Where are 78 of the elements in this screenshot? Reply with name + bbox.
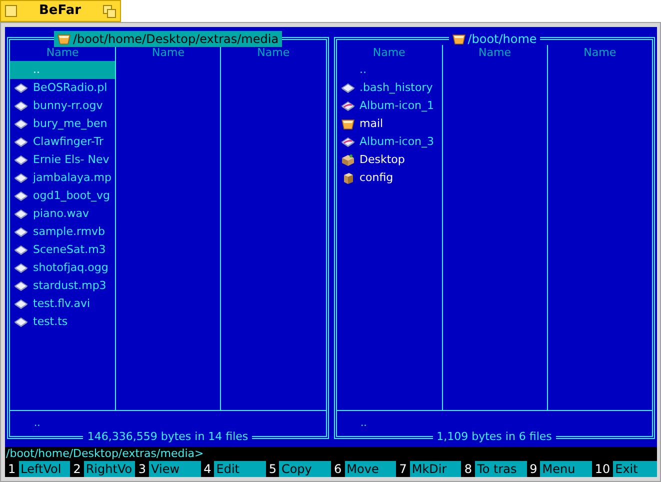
function-key-button[interactable]: LeftVol	[18, 461, 70, 477]
function-key-button[interactable]: To tras	[475, 461, 527, 477]
key-number: 1	[7, 461, 17, 477]
column-header: Name	[256, 46, 291, 61]
file-item[interactable]: config	[336, 169, 442, 187]
file-icon	[14, 298, 28, 310]
file-icon	[14, 244, 28, 256]
info-text: ..	[34, 417, 40, 431]
desk-icon	[340, 154, 354, 166]
file-item[interactable]: .bash_history	[336, 79, 442, 97]
column-header: Name	[582, 45, 618, 61]
key-number: 8	[463, 461, 474, 477]
close-box-icon[interactable]	[5, 5, 17, 17]
function-key-button[interactable]: Exit	[613, 461, 658, 477]
file-icon	[14, 316, 28, 328]
key-number: 4	[202, 461, 212, 477]
file-icon	[14, 262, 28, 274]
function-key-button[interactable]: Menu	[540, 461, 592, 477]
function-key-button[interactable]: View	[149, 461, 201, 477]
file-icon	[14, 136, 28, 148]
file-item[interactable]: Clawfinger-Tr	[10, 133, 116, 151]
panel-summary: 1,109 bytes in 6 files	[432, 428, 556, 445]
file-item[interactable]: shotofjaq.ogg	[10, 259, 116, 277]
key-number: 7	[398, 461, 408, 477]
function-key-button[interactable]: MkDir	[410, 461, 462, 477]
file-item[interactable]: stardust.mp3	[10, 277, 116, 295]
file-icon	[14, 280, 28, 292]
file-item[interactable]: BeOSRadio.pl	[10, 79, 116, 97]
key-number: 2	[72, 461, 82, 477]
file-item[interactable]: jambalaya.mp	[10, 169, 116, 187]
function-key-button[interactable]: Move	[344, 461, 396, 477]
panel-path: /boot/home	[468, 31, 537, 48]
file-item[interactable]: test.flv.avi	[10, 295, 116, 313]
file-icon	[14, 154, 28, 166]
column-header: Name	[151, 46, 186, 61]
panel-summary: 146,336,559 bytes in 14 files	[83, 428, 252, 445]
column-header: Name	[478, 45, 512, 61]
file-item[interactable]: bury_me_ben	[10, 115, 116, 133]
image-file-icon	[340, 100, 354, 112]
folder-icon	[452, 33, 466, 45]
file-icon	[14, 208, 28, 220]
file-item[interactable]: ogd1_boot_vg	[10, 187, 116, 205]
function-key-button[interactable]: Copy	[279, 461, 332, 477]
info-text: ..	[360, 417, 367, 431]
file-item[interactable]: Album-icon_1	[336, 97, 442, 115]
function-key-button[interactable]: RightVo	[84, 461, 136, 477]
file-icon	[14, 172, 28, 184]
key-number: 10	[594, 461, 612, 477]
column-header: Name	[45, 46, 80, 61]
window-tab[interactable]: BeFar	[0, 0, 121, 22]
file-item[interactable]: sample.rmvb	[10, 223, 116, 241]
image-file-icon	[340, 136, 354, 148]
folder-icon	[340, 118, 354, 130]
function-key-button[interactable]: Edit	[214, 461, 266, 477]
file-icon	[14, 82, 28, 94]
panel-path: /boot/home/Desktop/extras/media	[72, 31, 279, 48]
file-icon	[14, 190, 28, 202]
file-icon	[14, 118, 28, 130]
file-item[interactable]: mail	[336, 115, 442, 133]
key-number: 5	[268, 461, 278, 477]
file-item[interactable]: SceneSat.m3	[10, 241, 116, 259]
key-number: 9	[528, 461, 538, 477]
key-number: 3	[137, 461, 148, 477]
folder-icon	[56, 33, 71, 45]
file-icon	[14, 226, 28, 238]
window-title: BeFar	[38, 2, 82, 20]
file-item[interactable]: test.ts	[10, 313, 116, 331]
file-item[interactable]: Album-icon_3	[336, 133, 442, 151]
column-header: Name	[372, 45, 406, 61]
file-item[interactable]: bunny-rr.ogv	[10, 97, 116, 115]
file-icon	[340, 82, 354, 94]
file-item[interactable]: Ernie Els- Nev	[10, 151, 116, 169]
zoom-box-icon[interactable]	[103, 4, 116, 18]
file-item[interactable]: ..	[336, 61, 442, 79]
file-icon	[14, 100, 28, 112]
file-item[interactable]: piano.wav	[10, 205, 116, 223]
file-item[interactable]: Desktop	[336, 151, 442, 169]
key-number: 6	[333, 461, 343, 477]
